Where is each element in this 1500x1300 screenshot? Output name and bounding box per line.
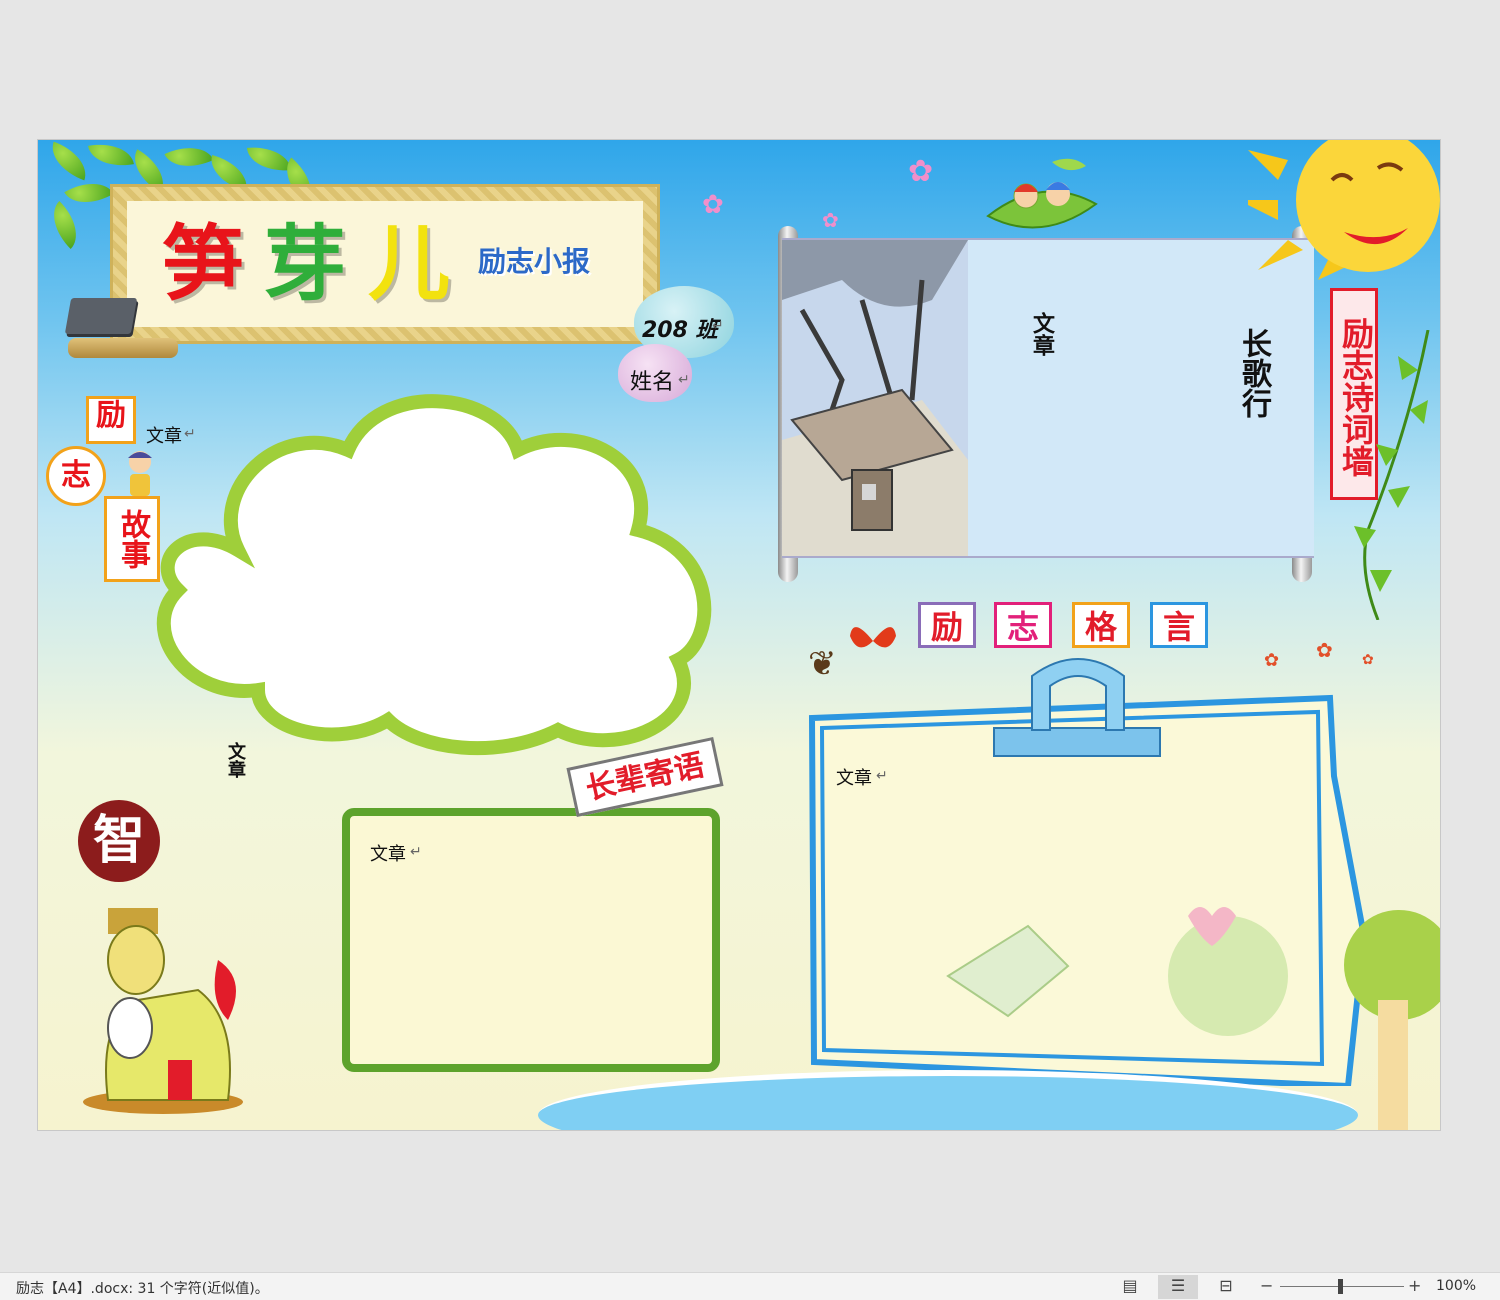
flower-icon: ✿ <box>908 154 934 189</box>
story-cloud-frame[interactable] <box>118 380 718 760</box>
motto-tile-4[interactable]: 言 <box>1150 602 1208 648</box>
document-page[interactable]: 笋 芽 儿 励志小报 ✿ ✿ ✿ 208 班 ↵ 姓名 ↵ 励 志 故事 文章 … <box>38 140 1440 1130</box>
document-workspace: 笋 芽 儿 励志小报 ✿ ✿ ✿ 208 班 ↵ 姓名 ↵ 励 志 故事 文章 … <box>0 0 1500 1272</box>
motto-article-placeholder[interactable]: 文章 <box>836 764 872 790</box>
kids-on-leaf-icon <box>986 158 1098 229</box>
poem-title[interactable]: 长歌行 <box>1234 328 1273 418</box>
motto-tile-2[interactable]: 志 <box>994 602 1052 648</box>
vine-leaves-icon <box>1354 330 1430 620</box>
bamboo-scroll-icon <box>68 338 178 358</box>
paragraph-mark: ↵ <box>712 318 724 334</box>
read-mode-button[interactable]: ▤ <box>1110 1275 1150 1299</box>
poem-article-placeholder[interactable]: 文章 <box>1026 312 1058 356</box>
zoom-slider-thumb[interactable] <box>1338 1279 1343 1294</box>
zhuge-liang-character-icon <box>83 908 243 1114</box>
flower-icon: ✿ <box>702 190 724 220</box>
story-tag-1[interactable]: 励 <box>86 396 136 444</box>
clipboard-frame[interactable] <box>808 646 1368 1086</box>
print-layout-button[interactable]: ☰ <box>1158 1275 1198 1299</box>
status-bar: 励志【A4】.docx: 31 个字符(近似值)。 ▤ ☰ ⊟ − + 100% <box>0 1272 1500 1300</box>
story-tag-3[interactable]: 故事 <box>104 496 160 582</box>
title-char-2[interactable]: 芽 <box>264 224 346 306</box>
paragraph-mark: ↵ <box>876 768 888 784</box>
class-label[interactable]: 208 班 <box>642 312 718 344</box>
book-icon <box>64 298 138 334</box>
ink-painting-image <box>782 240 968 556</box>
paragraph-mark: ↵ <box>184 426 196 442</box>
title-char-1[interactable]: 笋 <box>162 224 244 306</box>
zoom-out-button[interactable]: − <box>1260 1276 1273 1295</box>
elders-article-placeholder[interactable]: 文章 <box>370 840 406 866</box>
zoom-level[interactable]: 100% <box>1436 1278 1476 1294</box>
boy-icon <box>128 451 152 496</box>
flower-icon: ✿ <box>822 208 839 232</box>
web-layout-icon: ⊟ <box>1219 1276 1233 1295</box>
smiling-sun-icon <box>1248 140 1440 280</box>
paragraph-mark: ↵ <box>410 844 422 860</box>
story-tag-2[interactable]: 志 <box>46 446 106 506</box>
zoom-in-button[interactable]: + <box>1408 1276 1421 1295</box>
web-layout-button[interactable]: ⊟ <box>1206 1275 1246 1299</box>
book-icon: ▤ <box>1122 1276 1138 1295</box>
title-char-3[interactable]: 儿 <box>368 224 450 306</box>
motto-tile-1[interactable]: 励 <box>918 602 976 648</box>
story-article-placeholder[interactable]: 文章 <box>146 422 182 448</box>
page-layout-icon: ☰ <box>1170 1276 1186 1295</box>
vertical-article-placeholder[interactable]: 文章 <box>222 742 248 778</box>
motto-tile-3[interactable]: 格 <box>1072 602 1130 648</box>
zhi-badge: 智 <box>78 800 160 882</box>
newspaper-subtitle[interactable]: 励志小报 <box>478 240 590 280</box>
tree-trunk <box>1378 1000 1408 1130</box>
document-status-text: 励志【A4】.docx: 31 个字符(近似值)。 <box>16 1281 269 1297</box>
